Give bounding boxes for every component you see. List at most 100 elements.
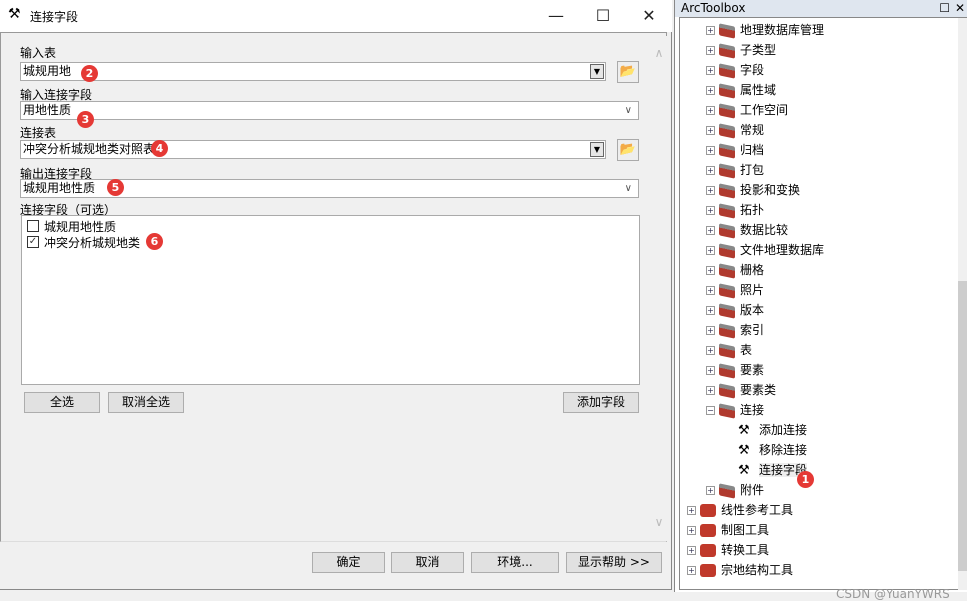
input-join-field-select[interactable]: 用地性质 ∨	[20, 101, 639, 120]
expand-icon[interactable]: +	[706, 386, 715, 395]
restore-icon[interactable]: ☐	[939, 0, 950, 16]
tree-item-toolset[interactable]: + 照片	[680, 280, 956, 300]
tree-item-toolset[interactable]: + 投影和变换	[680, 180, 956, 200]
environments-button[interactable]: 环境...	[471, 552, 559, 573]
dialog-scrollbar[interactable]: ∧ ∨	[651, 36, 667, 541]
unselect-all-button[interactable]: 取消全选	[108, 392, 184, 413]
list-item-label: 城规用地性质	[44, 220, 117, 234]
close-button[interactable]: ✕	[634, 4, 664, 28]
expand-icon[interactable]: +	[687, 546, 696, 555]
expand-icon[interactable]: +	[706, 306, 715, 315]
expand-icon[interactable]: +	[706, 266, 715, 275]
tree-item-label: 字段	[740, 63, 765, 77]
chevron-down-icon: ∨	[624, 183, 632, 194]
toolset-icon	[719, 262, 735, 279]
minimize-button[interactable]: —	[541, 4, 571, 28]
expand-icon[interactable]: +	[706, 166, 715, 175]
tree-item-toolset[interactable]: + 表	[680, 340, 956, 360]
tree-item-label: 转换工具	[721, 543, 770, 557]
tree-item-toolset[interactable]: + 文件地理数据库	[680, 240, 956, 260]
annotation-badge: 1	[797, 471, 814, 488]
expand-icon[interactable]: +	[706, 46, 715, 55]
expand-icon[interactable]: +	[687, 566, 696, 575]
collapse-icon[interactable]: −	[706, 406, 715, 415]
output-join-field-value: 城规用地性质	[23, 181, 96, 195]
expand-icon[interactable]: +	[706, 226, 715, 235]
toolset-icon	[719, 162, 735, 179]
tree-item-label: 要素	[740, 363, 765, 377]
expand-icon[interactable]: +	[706, 86, 715, 95]
expand-icon[interactable]: +	[706, 146, 715, 155]
expand-icon[interactable]: +	[687, 526, 696, 535]
hammer-icon: ⚒	[738, 442, 750, 458]
tree-item-toolbox[interactable]: + 制图工具	[680, 520, 956, 540]
scrollbar-thumb[interactable]	[958, 281, 967, 571]
expand-icon[interactable]: +	[706, 206, 715, 215]
expand-icon[interactable]: +	[706, 286, 715, 295]
close-icon[interactable]: ✕	[955, 0, 965, 16]
tree-item-toolset[interactable]: + 版本	[680, 300, 956, 320]
tree-item-label: 拓扑	[740, 203, 765, 217]
tree-item-toolset[interactable]: + 附件	[680, 480, 956, 500]
open-folder-button[interactable]: 📂	[617, 139, 639, 161]
tree-item-toolset[interactable]: + 打包	[680, 160, 956, 180]
toolset-icon	[719, 142, 735, 159]
tree-item-label: 添加连接	[759, 423, 808, 437]
toolbox-icon	[700, 524, 716, 537]
tree-item-tool[interactable]: ⚒ 连接字段	[680, 460, 956, 480]
input-table-combo[interactable]: 城规用地 ▼	[20, 62, 606, 81]
toolset-icon	[719, 302, 735, 319]
tree-item-tool[interactable]: ⚒ 移除连接	[680, 440, 956, 460]
ok-button[interactable]: 确定	[312, 552, 385, 573]
add-field-button[interactable]: 添加字段	[563, 392, 639, 413]
join-table-value: 冲突分析城规地类对照表	[23, 142, 156, 156]
expand-icon[interactable]: +	[706, 486, 715, 495]
tree-item-toolset[interactable]: + 栅格	[680, 260, 956, 280]
tree-item-label: 属性域	[740, 83, 777, 97]
tree-item-toolset[interactable]: + 索引	[680, 320, 956, 340]
tree-item-toolset[interactable]: + 地理数据库管理	[680, 20, 956, 40]
tree-item-toolset[interactable]: − 连接	[680, 400, 956, 420]
maximize-button[interactable]: ☐	[588, 4, 618, 28]
tree-item-label: 索引	[740, 323, 765, 337]
expand-icon[interactable]: +	[706, 346, 715, 355]
tree-item-toolbox[interactable]: + 线性参考工具	[680, 500, 956, 520]
join-table-combo[interactable]: 冲突分析城规地类对照表 ▼	[20, 140, 606, 159]
cancel-button[interactable]: 取消	[391, 552, 464, 573]
tree-item-toolset[interactable]: + 要素类	[680, 380, 956, 400]
dropdown-arrow-icon[interactable]: ▼	[590, 142, 604, 157]
tree-item-toolbox[interactable]: + 转换工具	[680, 540, 956, 560]
tree-item-toolset[interactable]: + 子类型	[680, 40, 956, 60]
show-help-button[interactable]: 显示帮助 >>	[566, 552, 662, 573]
checkbox-checked[interactable]: ✓	[27, 236, 39, 248]
expand-icon[interactable]: +	[687, 506, 696, 515]
expand-icon[interactable]: +	[706, 326, 715, 335]
tree-item-label: 投影和变换	[740, 183, 801, 197]
expand-icon[interactable]: +	[706, 126, 715, 135]
tree-item-toolset[interactable]: + 属性域	[680, 80, 956, 100]
tree-item-toolset[interactable]: + 工作空间	[680, 100, 956, 120]
tree-item-toolset[interactable]: + 拓扑	[680, 200, 956, 220]
hammer-icon: ⚒	[738, 462, 750, 478]
open-folder-button[interactable]: 📂	[617, 61, 639, 83]
tree-item-toolset[interactable]: + 数据比较	[680, 220, 956, 240]
tree-item-label: 子类型	[740, 43, 777, 57]
tree-item-toolbox[interactable]: + 宗地结构工具	[680, 560, 956, 580]
dropdown-arrow-icon[interactable]: ▼	[590, 64, 604, 79]
tree-item-label: 地理数据库管理	[740, 23, 825, 37]
expand-icon[interactable]: +	[706, 366, 715, 375]
expand-icon[interactable]: +	[706, 246, 715, 255]
tree-item-tool[interactable]: ⚒ 添加连接	[680, 420, 956, 440]
chevron-down-icon: ∨	[624, 105, 632, 116]
tree-item-toolset[interactable]: + 归档	[680, 140, 956, 160]
checkbox[interactable]	[27, 220, 39, 232]
expand-icon[interactable]: +	[706, 66, 715, 75]
tree-item-label: 工作空间	[740, 103, 789, 117]
expand-icon[interactable]: +	[706, 106, 715, 115]
expand-icon[interactable]: +	[706, 186, 715, 195]
tree-item-toolset[interactable]: + 字段	[680, 60, 956, 80]
tree-item-toolset[interactable]: + 要素	[680, 360, 956, 380]
expand-icon[interactable]: +	[706, 26, 715, 35]
tree-item-toolset[interactable]: + 常规	[680, 120, 956, 140]
select-all-button[interactable]: 全选	[24, 392, 100, 413]
